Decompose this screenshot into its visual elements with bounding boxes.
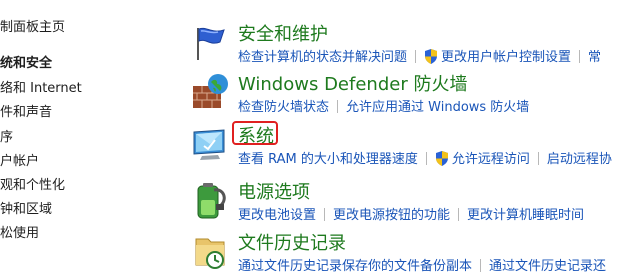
category-file-history: 文件历史记录 通过文件历史记录保存你的文件备份副本 通过文件历史记录还 xyxy=(190,229,630,275)
link-divider xyxy=(579,50,581,63)
change-battery-settings-link[interactable]: 更改电池设置 xyxy=(238,208,316,223)
launch-remote-assistance-link[interactable]: 启动远程协 xyxy=(547,152,612,167)
sidebar-item-ease-of-access[interactable]: 松使用 xyxy=(0,222,39,241)
category-security-maintenance: 安全和维护 检查计算机的状态并解决问题 更改用户帐户控制设置 常 xyxy=(190,20,630,66)
link-divider xyxy=(324,208,326,221)
sidebar-item-user-accounts[interactable]: 户帐户 xyxy=(0,150,39,169)
allow-remote-access-link[interactable]: 允许远程访问 xyxy=(452,152,530,167)
uac-shield-icon xyxy=(435,151,448,166)
sidebar-item-clock-region[interactable]: 钟和区域 xyxy=(0,198,52,217)
troubleshoot-link[interactable]: 常 xyxy=(588,50,601,65)
power-button-function-link[interactable]: 更改电源按钮的功能 xyxy=(333,208,450,223)
battery-power-icon[interactable] xyxy=(190,180,230,220)
category-links: 检查计算机的状态并解决问题 更改用户帐户控制设置 常 xyxy=(238,46,601,65)
link-divider xyxy=(480,259,482,272)
sidebar-item-appearance[interactable]: 观和个性化 xyxy=(0,174,65,193)
category-title[interactable]: 安全和维护 xyxy=(238,20,328,46)
category-links: 更改电池设置 更改电源按钮的功能 更改计算机睡眠时间 xyxy=(238,204,584,223)
link-divider xyxy=(458,208,460,221)
firewall-icon[interactable] xyxy=(190,72,230,112)
restore-files-link[interactable]: 通过文件历史记录还 xyxy=(489,259,606,274)
flag-icon[interactable] xyxy=(190,22,230,62)
file-history-icon[interactable] xyxy=(190,231,230,271)
save-backup-link[interactable]: 通过文件历史记录保存你的文件备份副本 xyxy=(238,259,472,274)
uac-settings-link[interactable]: 更改用户帐户控制设置 xyxy=(441,50,571,65)
sidebar-item-hardware-sound[interactable]: 件和声音 xyxy=(0,101,52,120)
link-divider xyxy=(537,152,539,165)
uac-shield-icon xyxy=(425,49,438,64)
sidebar-item-system-security[interactable]: 统和安全 xyxy=(0,52,52,71)
highlight-box xyxy=(232,121,278,145)
category-links: 查看 RAM 的大小和处理器速度 允许远程访问 启动远程协 xyxy=(238,148,612,167)
sidebar-item-programs[interactable]: 序 xyxy=(0,126,13,145)
link-divider xyxy=(425,152,427,165)
link-divider xyxy=(337,100,339,113)
category-links: 通过文件历史记录保存你的文件备份副本 通过文件历史记录还 xyxy=(238,255,606,274)
check-status-link[interactable]: 检查计算机的状态并解决问题 xyxy=(238,50,407,65)
category-links: 检查防火墙状态 允许应用通过 Windows 防火墙 xyxy=(238,96,529,115)
link-divider xyxy=(415,50,417,63)
view-ram-cpu-link[interactable]: 查看 RAM 的大小和处理器速度 xyxy=(238,152,418,167)
system-monitor-icon[interactable] xyxy=(190,124,230,164)
category-title[interactable]: Windows Defender 防火墙 xyxy=(238,70,467,96)
change-sleep-time-link[interactable]: 更改计算机睡眠时间 xyxy=(467,208,584,223)
sidebar-item-network[interactable]: 络和 Internet xyxy=(0,77,82,96)
category-title[interactable]: 电源选项 xyxy=(238,178,310,204)
category-firewall: Windows Defender 防火墙 检查防火墙状态 允许应用通过 Windo… xyxy=(190,70,630,116)
control-panel-sidebar: 制面板主页 统和安全 络和 Internet 件和声音 序 户帐户 观和个性化 … xyxy=(0,0,180,275)
category-title[interactable]: 文件历史记录 xyxy=(238,229,346,255)
allow-app-firewall-link[interactable]: 允许应用通过 Windows 防火墙 xyxy=(346,100,529,115)
category-power-options: 电源选项 更改电池设置 更改电源按钮的功能 更改计算机睡眠时间 xyxy=(190,178,630,224)
sidebar-item-home[interactable]: 制面板主页 xyxy=(0,16,65,35)
check-firewall-status-link[interactable]: 检查防火墙状态 xyxy=(238,100,329,115)
